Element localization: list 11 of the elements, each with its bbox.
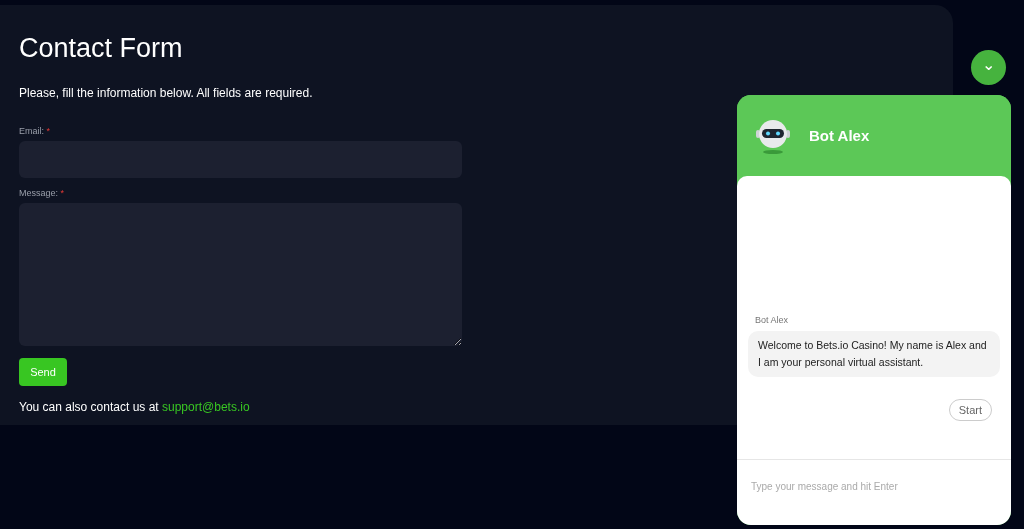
chat-input-field[interactable]: Type your message and hit Enter [737, 459, 1011, 525]
field-label: Email: * [19, 126, 51, 136]
message-bubble: Welcome to Bets.io Casino! My name is Alex and I am your personal virtual assistant. [748, 331, 1000, 377]
form-title: Contact Form [19, 33, 184, 64]
start-button[interactable]: Start [948, 399, 992, 421]
form-intro: Please, fill the information below. All fields are required. [19, 86, 314, 100]
field-label: Message: * [19, 188, 65, 198]
sender-name: Bot Alex [755, 315, 790, 326]
message-field[interactable] [19, 203, 462, 346]
chat-title: Bot Alex [809, 127, 870, 144]
support-email-link[interactable]: support@bets.io [162, 400, 250, 414]
